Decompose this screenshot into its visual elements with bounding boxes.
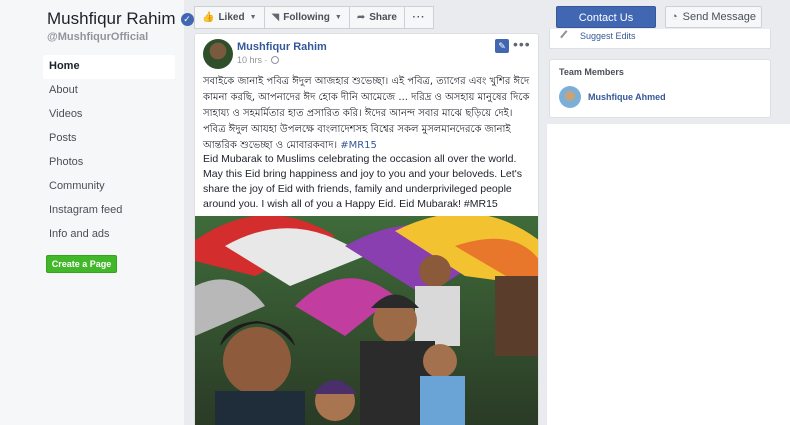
- nav-item-home[interactable]: Home: [43, 55, 175, 79]
- pin-icon: ✎: [495, 39, 509, 53]
- english-hashtag[interactable]: #MR15: [464, 198, 498, 210]
- share-label: Share: [369, 12, 397, 23]
- suggest-edits-link[interactable]: Suggest Edits: [580, 31, 636, 41]
- page-info-box: Suggest Edits: [549, 29, 771, 49]
- post-author[interactable]: Mushfiqur Rahim: [237, 41, 327, 53]
- following-label: Following: [283, 12, 330, 23]
- nav-item-videos[interactable]: Videos: [43, 103, 175, 127]
- team-member-name[interactable]: Mushfique Ahmed: [588, 92, 666, 102]
- post-text-english: Eid Mubarak to Muslims celebrating the o…: [203, 152, 533, 212]
- following-button[interactable]: ◥ Following ▼: [263, 6, 350, 29]
- nav-item-info-and-ads[interactable]: Info and ads: [43, 223, 175, 247]
- nav-item-instagram-feed[interactable]: Instagram feed: [43, 199, 175, 223]
- send-message-label: Send Message: [682, 11, 757, 23]
- contact-us-button[interactable]: Contact Us: [556, 6, 656, 28]
- left-sidebar: Mushfiqur Rahim ✓ @MushfiqurOfficial Hom…: [0, 0, 194, 425]
- send-message-button[interactable]: ◔ Send Message: [665, 6, 762, 28]
- verified-badge-icon: ✓: [180, 12, 194, 26]
- right-column-blank: [547, 124, 790, 425]
- chevron-down-icon: ▼: [249, 14, 257, 21]
- liked-label: Liked: [218, 12, 245, 23]
- create-page-button[interactable]: Create a Page: [46, 255, 117, 273]
- more-actions-button[interactable]: ···: [404, 6, 434, 29]
- page-nav: Home About Videos Posts Photos Community…: [43, 55, 175, 247]
- liked-button[interactable]: 👍 Liked ▼: [194, 6, 265, 29]
- page-name[interactable]: Mushfiqur Rahim ✓: [47, 9, 194, 29]
- team-members-title: Team Members: [559, 67, 624, 77]
- globe-icon: [270, 56, 279, 64]
- team-members-box: Team Members Mushfique Ahmed: [549, 59, 771, 118]
- team-member-avatar[interactable]: [559, 86, 581, 108]
- post-timestamp[interactable]: 10 hrs ·: [237, 55, 279, 65]
- nav-item-photos[interactable]: Photos: [43, 151, 175, 175]
- rss-icon: ◥: [271, 12, 280, 23]
- pinned-post: Mushfiqur Rahim 10 hrs · ✎ ••• সবাইকে জা…: [194, 33, 539, 425]
- messenger-icon: ◔: [670, 11, 678, 23]
- post-time-text[interactable]: 10 hrs ·: [237, 55, 268, 65]
- pencil-icon: [560, 30, 573, 43]
- facebook-page: Mushfiqur Rahim ✓ @MushfiqurOfficial Hom…: [0, 0, 790, 425]
- nav-item-posts[interactable]: Posts: [43, 127, 175, 151]
- chevron-down-icon: ▼: [334, 14, 342, 21]
- page-action-bar: 👍 Liked ▼ ◥ Following ▼ ➦ Share ···: [194, 6, 434, 29]
- page-name-text[interactable]: Mushfiqur Rahim: [47, 9, 176, 29]
- hashtag-link[interactable]: #MR15: [340, 140, 377, 151]
- post-options-button[interactable]: •••: [513, 36, 531, 52]
- share-button[interactable]: ➦ Share: [348, 6, 405, 29]
- post-text-bangla: সবাইকে জানাই পবিত্র ঈদুল আজহার শুভেচ্ছা।…: [203, 74, 533, 154]
- post-photo[interactable]: [195, 216, 538, 425]
- eid-selfie-photo: [195, 216, 538, 425]
- nav-item-about[interactable]: About: [43, 79, 175, 103]
- share-arrow-icon: ➦: [356, 12, 366, 23]
- page-handle[interactable]: @MushfiqurOfficial: [47, 31, 148, 43]
- thumbs-up-icon: 👍: [202, 12, 215, 23]
- nav-item-community[interactable]: Community: [43, 175, 175, 199]
- author-avatar[interactable]: [203, 39, 233, 69]
